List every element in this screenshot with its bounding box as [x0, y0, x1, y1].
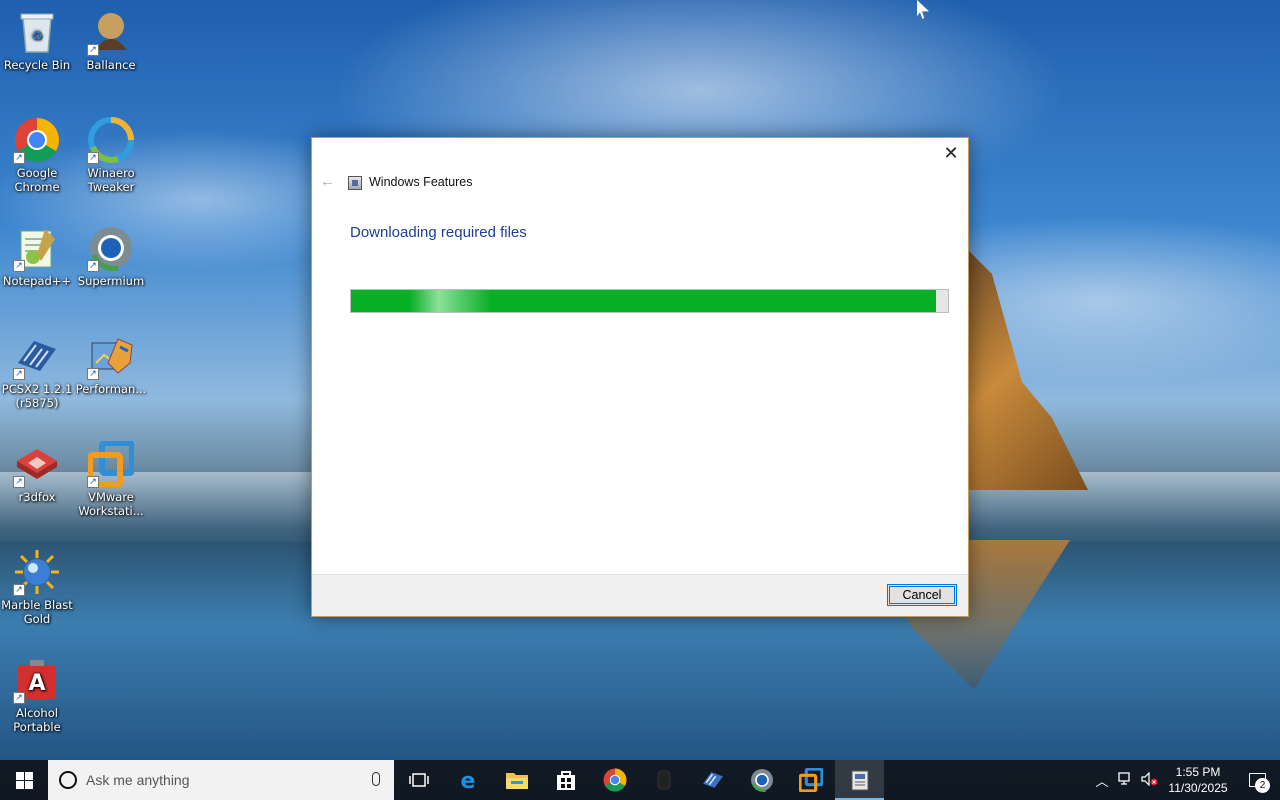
desktop-icon-label: Ballance — [86, 58, 136, 72]
tweaker-icon — [702, 772, 723, 788]
cortana-icon — [59, 771, 77, 789]
vmware-icon: ↗ — [87, 440, 135, 488]
download-progress-bar — [350, 289, 949, 313]
notepadpp-icon: ↗ — [13, 224, 61, 272]
desktop-icon-google-chrome[interactable]: ↗ Google Chrome — [0, 116, 74, 194]
start-button[interactable] — [0, 760, 48, 800]
chevron-up-icon[interactable]: ︿ — [1090, 771, 1114, 790]
supermium-icon — [750, 769, 773, 792]
recycle-bin-icon: ♻ — [13, 8, 61, 56]
network-icon[interactable] — [1114, 771, 1138, 789]
svg-text:e: e — [460, 769, 475, 792]
windows-logo-icon — [15, 771, 33, 789]
task-view-icon — [408, 773, 429, 787]
desktop-icon-label: Alcohol Portable — [13, 706, 61, 734]
desktop-icon-label: r3dfox — [18, 490, 56, 504]
app-icon — [657, 770, 670, 790]
taskbar-store[interactable] — [541, 760, 590, 800]
taskbar-vmware[interactable] — [786, 760, 835, 800]
mouse-cursor-icon — [917, 0, 929, 19]
supermium-icon: ↗ — [87, 224, 135, 272]
status-heading: Downloading required files — [350, 224, 527, 241]
desktop-icon-performance[interactable]: ↗ Performan... — [74, 332, 148, 396]
desktop-icon-label: Recycle Bin — [3, 58, 71, 72]
task-view-button[interactable] — [394, 760, 443, 800]
desktop-icon-label: PCSX2 1.2.1 (r5875) — [1, 382, 73, 410]
edge-icon: e — [460, 769, 475, 792]
desktop-icon-label: Winaero Tweaker — [87, 166, 135, 194]
windows-features-dialog: ✕ ← Windows Features Downloading require… — [311, 137, 969, 617]
desktop-icon-label: Notepad++ — [2, 274, 72, 288]
taskbar-supermium[interactable] — [737, 760, 786, 800]
desktop-icon-label: Marble Blast Gold — [1, 598, 73, 626]
clock-date: 11/30/2025 — [1168, 781, 1228, 795]
taskbar-file-explorer[interactable] — [492, 760, 541, 800]
desktop-icon-marble-blast[interactable]: ↗ Marble Blast Gold — [0, 548, 74, 626]
desktop-icon-ballance[interactable]: ↗ Ballance — [74, 8, 148, 72]
pcsx2-icon: ↗ — [13, 332, 61, 380]
winaero-tweaker-icon: ↗ — [87, 116, 135, 164]
dialog-title: Windows Features — [369, 175, 473, 189]
desktop-icon-label: Supermium — [77, 274, 145, 288]
chrome-icon — [603, 768, 626, 792]
desktop-icon-label: Google Chrome — [14, 166, 60, 194]
desktop-icon-label: VMware Workstati... — [78, 490, 144, 518]
svg-text:A: A — [28, 671, 45, 696]
system-tray: ︿ 1:55 PM 11/30/2025 2 — [1090, 760, 1280, 800]
taskbar-windows-features[interactable] — [835, 760, 884, 800]
clock[interactable]: 1:55 PM 11/30/2025 — [1162, 764, 1234, 796]
notification-count-badge: 2 — [1255, 778, 1270, 793]
desktop-icon-recycle-bin[interactable]: ♻ Recycle Bin — [0, 8, 74, 72]
desktop-icon-vmware[interactable]: ↗ VMware Workstati... — [74, 440, 148, 518]
r3dfox-icon: ↗ — [13, 440, 61, 488]
desktop-icon-supermium[interactable]: ↗ Supermium — [74, 224, 148, 288]
desktop-icon-alcohol[interactable]: A ↗ Alcohol Portable — [0, 656, 74, 734]
search-box[interactable]: Ask me anything — [48, 760, 394, 800]
desktop-icon-winaero-tweaker[interactable]: ↗ Winaero Tweaker — [74, 116, 148, 194]
volume-muted-icon[interactable] — [1138, 771, 1162, 789]
desktop-icon-r3dfox[interactable]: ↗ r3dfox — [0, 440, 74, 504]
microphone-icon[interactable] — [372, 772, 380, 786]
alcohol-icon: A ↗ — [13, 656, 61, 704]
chrome-icon: ↗ — [13, 116, 61, 164]
svg-text:♻: ♻ — [31, 29, 43, 44]
taskbar-unknown-app[interactable] — [639, 760, 688, 800]
desktop-icon-notepadpp[interactable]: ↗ Notepad++ — [0, 224, 74, 288]
folder-icon — [505, 773, 528, 789]
wallpaper-rock — [968, 250, 1088, 490]
search-placeholder: Ask me anything — [86, 772, 190, 788]
marble-blast-icon: ↗ — [13, 548, 61, 596]
desktop-icon-label: Performan... — [75, 382, 147, 396]
taskbar-winaero-tweaker[interactable] — [688, 760, 737, 800]
close-button[interactable]: ✕ — [942, 144, 960, 162]
vmware-icon — [798, 768, 823, 792]
taskbar: Ask me anything e ︿ 1:55 PM 11/30/2025 2 — [0, 760, 1280, 800]
windows-features-icon — [348, 176, 362, 190]
desktop-icon-pcsx2[interactable]: ↗ PCSX2 1.2.1 (r5875) — [0, 332, 74, 410]
progress-fill — [351, 290, 937, 312]
dialog-footer: Cancel — [312, 574, 968, 616]
clock-time: 1:55 PM — [1175, 765, 1221, 779]
action-center-button[interactable]: 2 — [1234, 760, 1280, 800]
performance-icon: ↗ — [87, 332, 135, 380]
store-icon — [556, 771, 575, 790]
taskbar-edge[interactable]: e — [443, 760, 492, 800]
cancel-button[interactable]: Cancel — [887, 584, 957, 606]
windows-features-icon — [851, 770, 868, 791]
ballance-icon: ↗ — [87, 8, 135, 56]
back-arrow-icon: ← — [320, 173, 335, 190]
taskbar-chrome[interactable] — [590, 760, 639, 800]
